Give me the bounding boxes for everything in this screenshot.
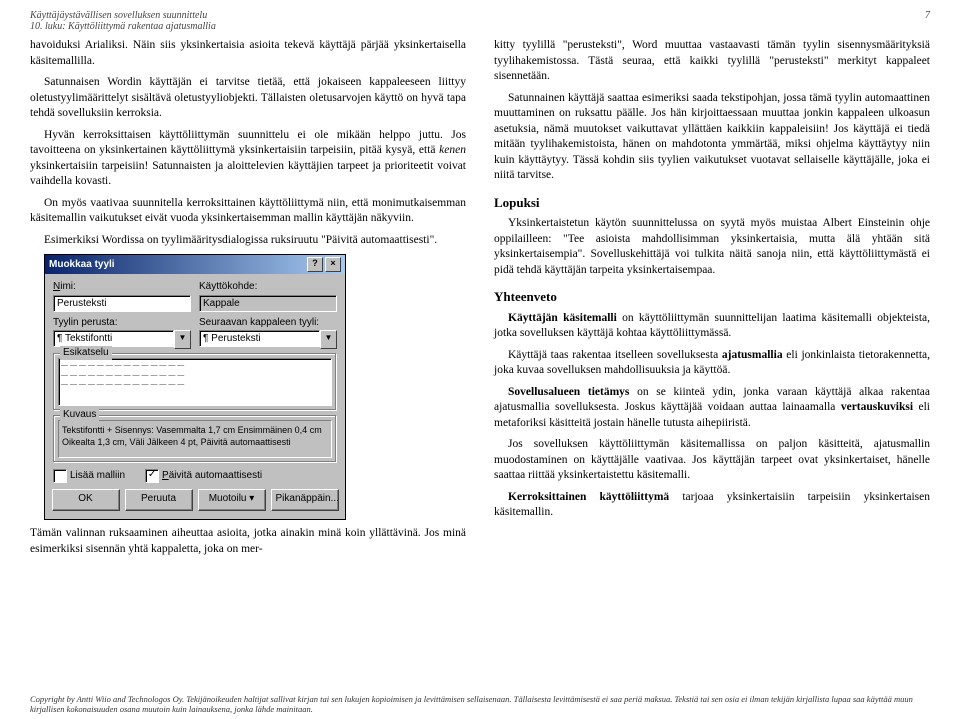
page-number: 7 (925, 10, 930, 32)
left-p3-em: kenen (439, 144, 466, 156)
left-p3b: yksinkertaisiin tarpeisiin! Satunnaisten… (30, 160, 466, 188)
description-group: Kuvaus Tekstifontti + Sisennys: Vasemmal… (53, 415, 337, 463)
left-p5: Esimerkiksi Wordissa on tyylimääritysdia… (30, 233, 466, 249)
right-p6: Sovellusalueen tietämys on se kiinteä yd… (494, 385, 930, 432)
close-button[interactable]: × (325, 257, 341, 272)
preview-box: — — — — — — — — — — — — — —— — — — — — —… (58, 358, 332, 406)
label-target: Käyttökohde: (199, 280, 337, 294)
left-p6: Tämän valinnan ruksaaminen aiheuttaa asi… (30, 526, 466, 557)
right-p5b: ajatusmallia (722, 349, 783, 361)
auto-update-label: Päivitä automaattisesti (162, 469, 262, 483)
name-input[interactable] (53, 295, 191, 312)
next-style-combo[interactable] (199, 330, 320, 347)
right-p8a: Kerroksittainen käyttöliittymä (508, 491, 669, 503)
right-p3: Yksinkertaistetun käytön suunnittelussa … (494, 216, 930, 278)
left-p1: havoiduksi Arialiksi. Näin siis yksinker… (30, 38, 466, 69)
right-p5: Käyttäjä taas rakentaa itselleen sovellu… (494, 348, 930, 379)
right-p6a: Sovellusalueen tietämys (508, 386, 629, 398)
chevron-down-icon[interactable]: ▼ (174, 330, 191, 349)
right-p1: kitty tyylillä "perusteksti", Word muutt… (494, 38, 930, 85)
label-name: NNimi:imi: (53, 280, 191, 294)
dialog-titlebar[interactable]: Muokkaa tyyli ? × (45, 255, 345, 274)
copyright-footer: Copyright by Antti Wiio and Technologos … (30, 694, 930, 715)
left-p3a: Hyvän kerroksittaisen käyttöliittymän su… (30, 129, 466, 157)
add-to-template-label: Lisää malliin (70, 469, 125, 483)
right-p8: Kerroksittainen käyttöliittymä tarjoaa y… (494, 490, 930, 521)
add-to-template-checkbox[interactable] (53, 469, 67, 483)
description-group-label: Kuvaus (60, 408, 99, 422)
description-text: Tekstifontti + Sisennys: Vasemmalta 1,7 … (58, 420, 332, 458)
left-column: havoiduksi Arialiksi. Näin siis yksinker… (30, 38, 466, 563)
label-based-on: Tyylin perusta: (53, 316, 191, 330)
heading-lopuksi: Lopuksi (494, 194, 930, 212)
help-button[interactable]: ? (307, 257, 323, 272)
target-field (199, 295, 337, 312)
preview-group-label: Esikatselu (60, 346, 112, 360)
label-next-style: Seuraavan kappaleen tyyli: (199, 316, 337, 330)
ok-button[interactable]: OK (52, 489, 120, 511)
page-header: Käyttäjäystävällisen sovelluksen suunnit… (30, 10, 930, 32)
right-p4-bold: Käyttäjän käsitemalli (508, 312, 617, 324)
auto-update-checkbox[interactable]: ✓ (145, 469, 159, 483)
preview-group: Esikatselu — — — — — — — — — — — — — —— … (53, 353, 337, 411)
based-on-combo[interactable] (53, 330, 174, 347)
heading-yhteenveto: Yhteenveto (494, 288, 930, 306)
modify-style-dialog: Muokkaa tyyli ? × NNimi:imi: Käyttökohde… (44, 254, 346, 520)
right-column: kitty tyylillä "perusteksti", Word muutt… (494, 38, 930, 563)
right-p2: Satunnainen käyttäjä saattaa esimeriksi … (494, 91, 930, 184)
format-button[interactable]: Muotoilu ▾ (198, 489, 266, 511)
dialog-title: Muokkaa tyyli (49, 258, 115, 272)
right-p5a: Käyttäjä taas rakentaa itselleen sovellu… (508, 349, 722, 361)
shortcut-button[interactable]: Pikanäppäin... (271, 489, 339, 511)
left-p3: Hyvän kerroksittaisen käyttöliittymän su… (30, 128, 466, 190)
header-title-2: 10. luku: Käyttöliittymä rakentaa ajatus… (30, 21, 216, 32)
cancel-button[interactable]: Peruuta (125, 489, 193, 511)
chevron-down-icon[interactable]: ▼ (320, 330, 337, 349)
left-p4: On myös vaativaa suunnitella kerroksitta… (30, 196, 466, 227)
left-p2: Satunnaisen Wordin käyttäjän ei tarvitse… (30, 75, 466, 122)
header-title-1: Käyttäjäystävällisen sovelluksen suunnit… (30, 10, 216, 21)
right-p4: Käyttäjän käsitemalli on käyttöliittymän… (494, 311, 930, 342)
right-p6c: vertauskuviksi (841, 401, 913, 413)
right-p7: Jos sovelluksen käyttöliittymän käsitema… (494, 437, 930, 484)
